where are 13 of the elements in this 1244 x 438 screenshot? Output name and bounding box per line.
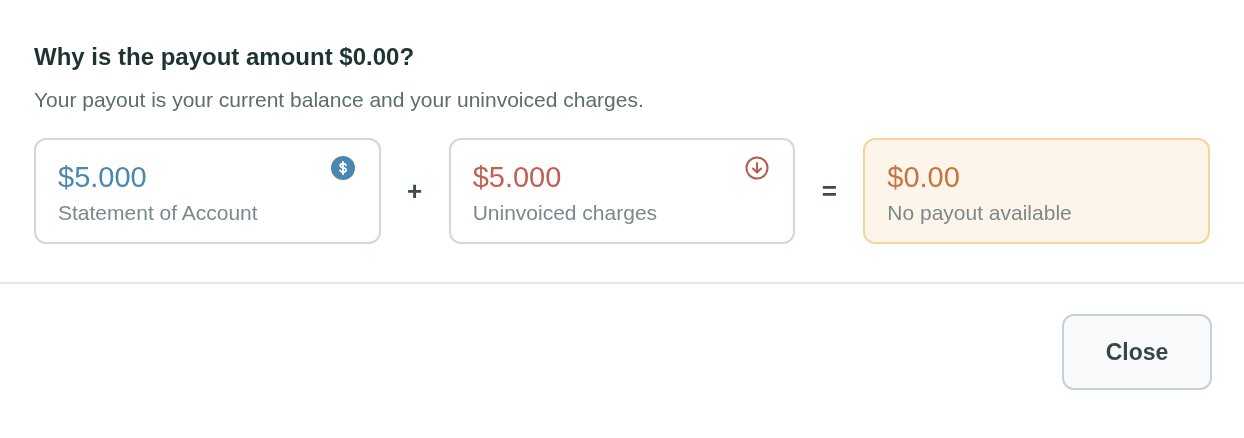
amount-value: $5.000 [472,160,562,194]
amount-label: Uninvoiced charges [472,200,658,226]
dialog-description: Your payout is your current balance and your uninvoiced charges. [34,87,645,113]
amount-value: $5.000 [58,160,147,194]
dollar-icon [330,156,355,180]
dialog-title: Why is the payout amount $0.00? [34,42,416,72]
amount-label: Statement of Account [58,200,258,226]
down-arrow-circle-icon [745,156,770,180]
operator-sign: + [406,175,424,207]
operator-sign: = [820,175,838,207]
amount-label: No payout available [887,200,1072,226]
amount-value: $0.00 [887,160,960,194]
close-button[interactable]: Close [1062,314,1212,390]
